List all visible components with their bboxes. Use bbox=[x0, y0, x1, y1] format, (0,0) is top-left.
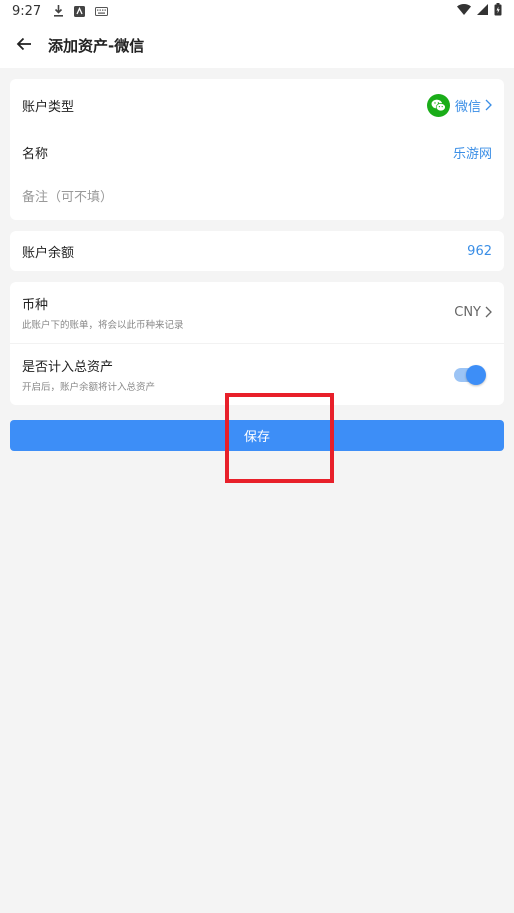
status-bar: 9:27 bbox=[0, 0, 514, 22]
settings-card: 币种 此账户下的账单，将会以此币种来记录 CNY 是否计入总资产 开启后，账户余… bbox=[10, 282, 504, 405]
name-label: 名称 bbox=[22, 146, 49, 162]
app-bar: 添加资产-微信 bbox=[0, 22, 514, 68]
battery-icon bbox=[494, 2, 502, 20]
currency-label: 币种 bbox=[22, 297, 49, 313]
include-total-hint: 开启后，账户余额将计入总资产 bbox=[22, 382, 156, 393]
account-type-value[interactable]: 微信 bbox=[426, 93, 492, 117]
wifi-icon bbox=[457, 3, 471, 19]
arrow-left-icon bbox=[16, 36, 32, 55]
include-total-row: 是否计入总资产 开启后，账户余额将计入总资产 bbox=[10, 344, 504, 405]
download-icon bbox=[53, 5, 64, 17]
balance-value[interactable]: 962 bbox=[467, 244, 492, 259]
currency-row[interactable]: 币种 此账户下的账单，将会以此币种来记录 CNY bbox=[10, 282, 504, 342]
keyboard-icon bbox=[95, 6, 109, 16]
chevron-right-icon bbox=[485, 306, 492, 318]
balance-card[interactable]: 账户余额 962 bbox=[10, 231, 504, 271]
account-info-card: 账户类型 微信 名称 乐游网 备注（可不填） bbox=[10, 79, 504, 220]
app-notification-icon bbox=[74, 5, 86, 17]
toggle-knob bbox=[466, 364, 486, 385]
account-type-text: 微信 bbox=[454, 99, 481, 115]
currency-text: CNY bbox=[454, 304, 481, 320]
include-total-toggle-wrap bbox=[454, 364, 486, 385]
signal-icon bbox=[477, 3, 488, 19]
include-total-label: 是否计入总资产 bbox=[22, 360, 114, 375]
status-time: 9:27 bbox=[12, 3, 42, 19]
save-button[interactable]: 保存 bbox=[10, 420, 504, 451]
currency-value[interactable]: CNY bbox=[454, 305, 492, 320]
page-title: 添加资产-微信 bbox=[48, 36, 145, 55]
name-value[interactable]: 乐游网 bbox=[453, 143, 492, 162]
name-row[interactable]: 名称 乐游网 bbox=[10, 134, 504, 170]
chevron-right-icon bbox=[485, 99, 492, 111]
currency-hint: 此账户下的账单，将会以此币种来记录 bbox=[22, 319, 184, 331]
remark-row[interactable]: 备注（可不填） bbox=[10, 177, 504, 213]
account-type-label: 账户类型 bbox=[22, 99, 75, 115]
remark-input[interactable]: 备注（可不填） bbox=[22, 186, 113, 205]
account-type-row[interactable]: 账户类型 微信 bbox=[10, 87, 504, 123]
balance-row[interactable]: 账户余额 962 bbox=[10, 231, 504, 271]
wechat-icon bbox=[426, 93, 450, 117]
back-button[interactable] bbox=[0, 22, 48, 68]
balance-label: 账户余额 bbox=[22, 245, 75, 261]
include-total-toggle[interactable] bbox=[454, 364, 486, 385]
